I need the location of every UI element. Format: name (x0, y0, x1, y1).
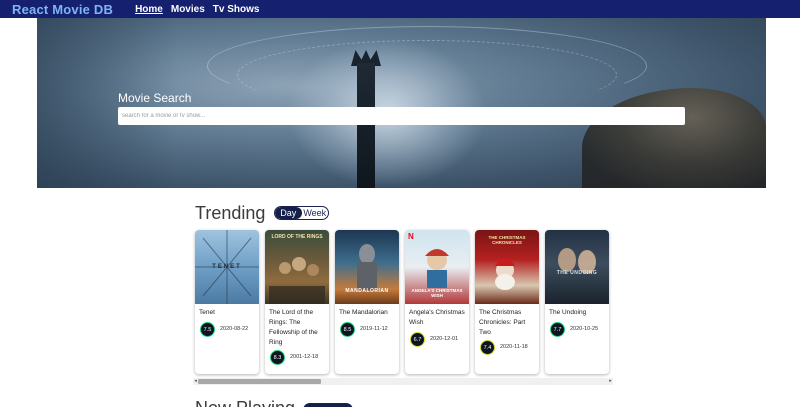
rating-badge: 8.5 (340, 322, 355, 337)
toggle-day[interactable]: Day (275, 207, 302, 219)
poster-image: LORD OF THE RINGS (265, 230, 329, 304)
trending-time-toggle: Day Week (274, 206, 329, 220)
svg-text:N: N (408, 232, 414, 241)
movie-card[interactable]: THE CHRISTMAS CHRONICLES The Christmas C… (475, 230, 539, 374)
carousel-scrollbar[interactable]: ◂ ▸ (193, 378, 613, 385)
rating-badge: 6.7 (410, 332, 425, 347)
release-date: 2020-11-18 (500, 344, 528, 350)
hero-title: Movie Search (118, 91, 192, 105)
nav-link-home[interactable]: Home (135, 4, 163, 15)
rating-badge: 8.3 (270, 350, 285, 365)
movie-card[interactable]: LORD OF THE RINGS The Lord of the Rings:… (265, 230, 329, 374)
poster-image: MANDALORIAN (335, 230, 399, 304)
card-title: The Lord of the Rings: The Fellowship of… (269, 309, 318, 346)
rating-badge: 7.4 (480, 340, 495, 355)
now-playing-title: Now Playing (195, 398, 295, 407)
search-input[interactable] (118, 107, 685, 125)
card-title: The Christmas Chronicles: Part Two (479, 309, 526, 336)
card-title: Tenet (199, 309, 215, 316)
nav-link-movies[interactable]: Movies (171, 4, 205, 15)
nav-link-tv-shows[interactable]: Tv Shows (213, 4, 260, 15)
card-title: The Mandalorian (339, 309, 388, 316)
hero-banner: Movie Search (37, 18, 766, 188)
release-date: 2019-11-12 (360, 326, 388, 332)
poster-image: TENET (195, 230, 259, 304)
hero-figure (582, 88, 766, 188)
movie-card[interactable]: N ANGELA'S CHRISTMAS WISH Angela's Chris… (405, 230, 469, 374)
poster-image: THE UNDOING (545, 230, 609, 304)
scroll-right-arrow-icon[interactable]: ▸ (608, 378, 613, 385)
scrollbar-thumb[interactable] (198, 379, 321, 384)
release-date: 2020-12-01 (430, 336, 459, 342)
poster-image: THE CHRISTMAS CHRONICLES (475, 230, 539, 304)
release-date: 2001-12-18 (290, 354, 319, 360)
movie-card[interactable]: MANDALORIAN The Mandalorian 8.5 2019-11-… (335, 230, 399, 374)
movie-card[interactable]: TENET Tenet 7.5 2020-08-22 (195, 230, 259, 374)
card-title: Angela's Christmas Wish (409, 309, 465, 326)
rating-badge: 7.5 (200, 322, 215, 337)
toggle-week[interactable]: Week (302, 207, 329, 219)
release-date: 2020-08-22 (220, 326, 249, 332)
brand-logo[interactable]: React Movie DB (12, 2, 113, 17)
nav-links: Home Movies Tv Shows (135, 4, 267, 15)
card-title: The Undoing (549, 309, 587, 316)
trending-carousel: TENET Tenet 7.5 2020-08-22 LORD OF THE R… (195, 230, 610, 375)
now-playing-toggle[interactable] (303, 403, 353, 407)
trending-title: Trending (195, 203, 266, 223)
release-date: 2020-10-25 (570, 326, 599, 332)
poster-image: N ANGELA'S CHRISTMAS WISH (405, 230, 469, 304)
rating-badge: 7.7 (550, 322, 565, 337)
movie-card[interactable]: THE UNDOING The Undoing 7.7 2020-10-25 (545, 230, 609, 374)
top-navbar: React Movie DB Home Movies Tv Shows (0, 0, 800, 18)
